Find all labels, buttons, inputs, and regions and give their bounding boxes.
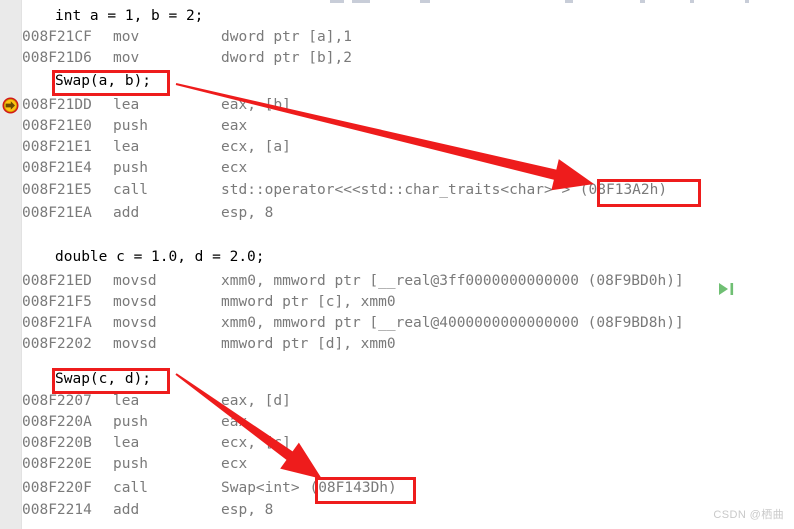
instruction-operands: dword ptr [b],2 [221,50,352,66]
instruction-address: 008F21E4 [22,160,92,176]
instruction-operands: eax [221,118,248,134]
disassembly-row[interactable]: 008F2207 lea eax, [d] [0,391,794,412]
disassembly-row[interactable]: 008F21FA movsd xmm0, mmword ptr [__real@40… [0,313,794,334]
instruction-operands: Swap<int> [221,480,300,496]
source-line-text: int a = 1, b = 2; [55,8,204,24]
instruction-mnemonic: call [113,480,148,496]
instruction-address: 008F2207 [22,393,92,409]
disassembly-row[interactable]: 008F220B lea ecx, [c] [0,433,794,454]
instruction-address: 008F21F5 [22,294,92,310]
source-line[interactable]: Swap(c, d); [0,369,794,390]
instruction-mnemonic: movsd [113,336,157,352]
instruction-mnemonic: add [113,205,140,221]
disassembly-row[interactable]: 008F220A push eax [0,412,794,433]
instruction-address: 008F21EA [22,205,92,221]
disassembly-row[interactable]: 008F21CF mov dword ptr [a],1 [0,27,794,48]
source-line-text: double c = 1.0, d = 2.0; [55,249,265,265]
instruction-mnemonic: lea [113,435,140,451]
instruction-operands: eax [221,414,248,430]
instruction-address: 008F220A [22,414,92,430]
instruction-mnemonic: push [113,160,148,176]
instruction-address: 008F220F [22,480,92,496]
instruction-address: 008F2214 [22,502,92,518]
instruction-mnemonic: lea [113,393,140,409]
instruction-address: 008F220E [22,456,92,472]
source-line-text: Swap(a, b); [55,73,152,89]
instruction-mnemonic: mov [113,29,140,45]
instruction-operands: ecx [221,160,248,176]
disassembly-row[interactable]: 008F220E push ecx [0,454,794,475]
instruction-mnemonic: lea [113,97,140,113]
source-line[interactable]: double c = 1.0, d = 2.0; [0,247,794,268]
disassembly-row[interactable]: 008F2214 add esp, 8 [0,500,794,521]
source-line[interactable]: Swap(a, b); [0,71,794,92]
instruction-operands: xmm0, mmword ptr [__real@400000000000000… [221,315,684,331]
instruction-operands: mmword ptr [c], xmm0 [221,294,396,310]
instruction-operands: mmword ptr [d], xmm0 [221,336,396,352]
instruction-operands: ecx, [a] [221,139,291,155]
instruction-address: 008F21FA [22,315,92,331]
disassembly-row[interactable]: 008F21ED movsd xmm0, mmword ptr [__real@3f… [0,271,794,292]
disassembly-row[interactable]: 008F21EA add esp, 8 [0,203,794,224]
instruction-mnemonic: movsd [113,294,157,310]
call-target-address[interactable]: (08F13A2h) [580,180,667,201]
disassembly-code-area[interactable]: int a = 1, b = 2; 008F21CF mov dword ptr [a… [0,0,794,529]
instruction-operands: xmm0, mmword ptr [__real@3ff000000000000… [221,273,684,289]
instruction-mnemonic: push [113,414,148,430]
instruction-mnemonic: movsd [113,315,157,331]
disassembly-row[interactable]: 008F21DD lea eax, [b] [0,95,794,116]
disassembly-row[interactable]: 008F220F call Swap<int> (08F143Dh) [0,478,794,499]
disassembly-row[interactable]: 008F21F5 movsd mmword ptr [c], xmm0 [0,292,794,313]
instruction-operands: ecx, [c] [221,435,291,451]
disassembly-row[interactable]: 008F21E4 push ecx [0,158,794,179]
instruction-address: 008F21E5 [22,182,92,198]
instruction-mnemonic: lea [113,139,140,155]
instruction-mnemonic: movsd [113,273,157,289]
instruction-address: 008F2202 [22,336,92,352]
instruction-address: 008F21DD [22,97,92,113]
call-target-address[interactable]: (08F143Dh) [309,478,396,499]
instruction-operands: eax, [b] [221,97,291,113]
disassembly-row[interactable]: 008F2202 movsd mmword ptr [d], xmm0 [0,334,794,355]
instruction-mnemonic: add [113,502,140,518]
instruction-mnemonic: push [113,456,148,472]
instruction-operands: std::operator<<<std::char_traits<char> > [221,182,571,198]
instruction-operands: ecx [221,456,248,472]
instruction-operands: eax, [d] [221,393,291,409]
instruction-mnemonic: call [113,182,148,198]
disassembly-row[interactable]: 008F21E1 lea ecx, [a] [0,137,794,158]
instruction-address: 008F220B [22,435,92,451]
instruction-address: 008F21CF [22,29,92,45]
csdn-watermark: CSDN @栖曲 [713,509,784,521]
disassembly-row[interactable]: 008F21E5 call std::operator<<<std::char_tr… [0,180,794,201]
instruction-operands: esp, 8 [221,502,274,518]
instruction-address: 008F21E1 [22,139,92,155]
disassembly-row[interactable]: 008F21D6 mov dword ptr [b],2 [0,48,794,69]
source-line[interactable]: int a = 1, b = 2; [0,6,794,27]
source-line-text: Swap(c, d); [55,371,152,387]
current-instruction-arrow-icon [2,97,19,114]
instruction-address: 008F21D6 [22,50,92,66]
instruction-address: 008F21ED [22,273,92,289]
instruction-mnemonic: push [113,118,148,134]
instruction-operands: dword ptr [a],1 [221,29,352,45]
instruction-address: 008F21E0 [22,118,92,134]
disassembly-row[interactable]: 008F21E0 push eax [0,116,794,137]
disassembly-window: int a = 1, b = 2; 008F21CF mov dword ptr [a… [0,0,794,529]
instruction-operands: esp, 8 [221,205,274,221]
step-marker-icon[interactable] [717,281,739,295]
instruction-mnemonic: mov [113,50,140,66]
